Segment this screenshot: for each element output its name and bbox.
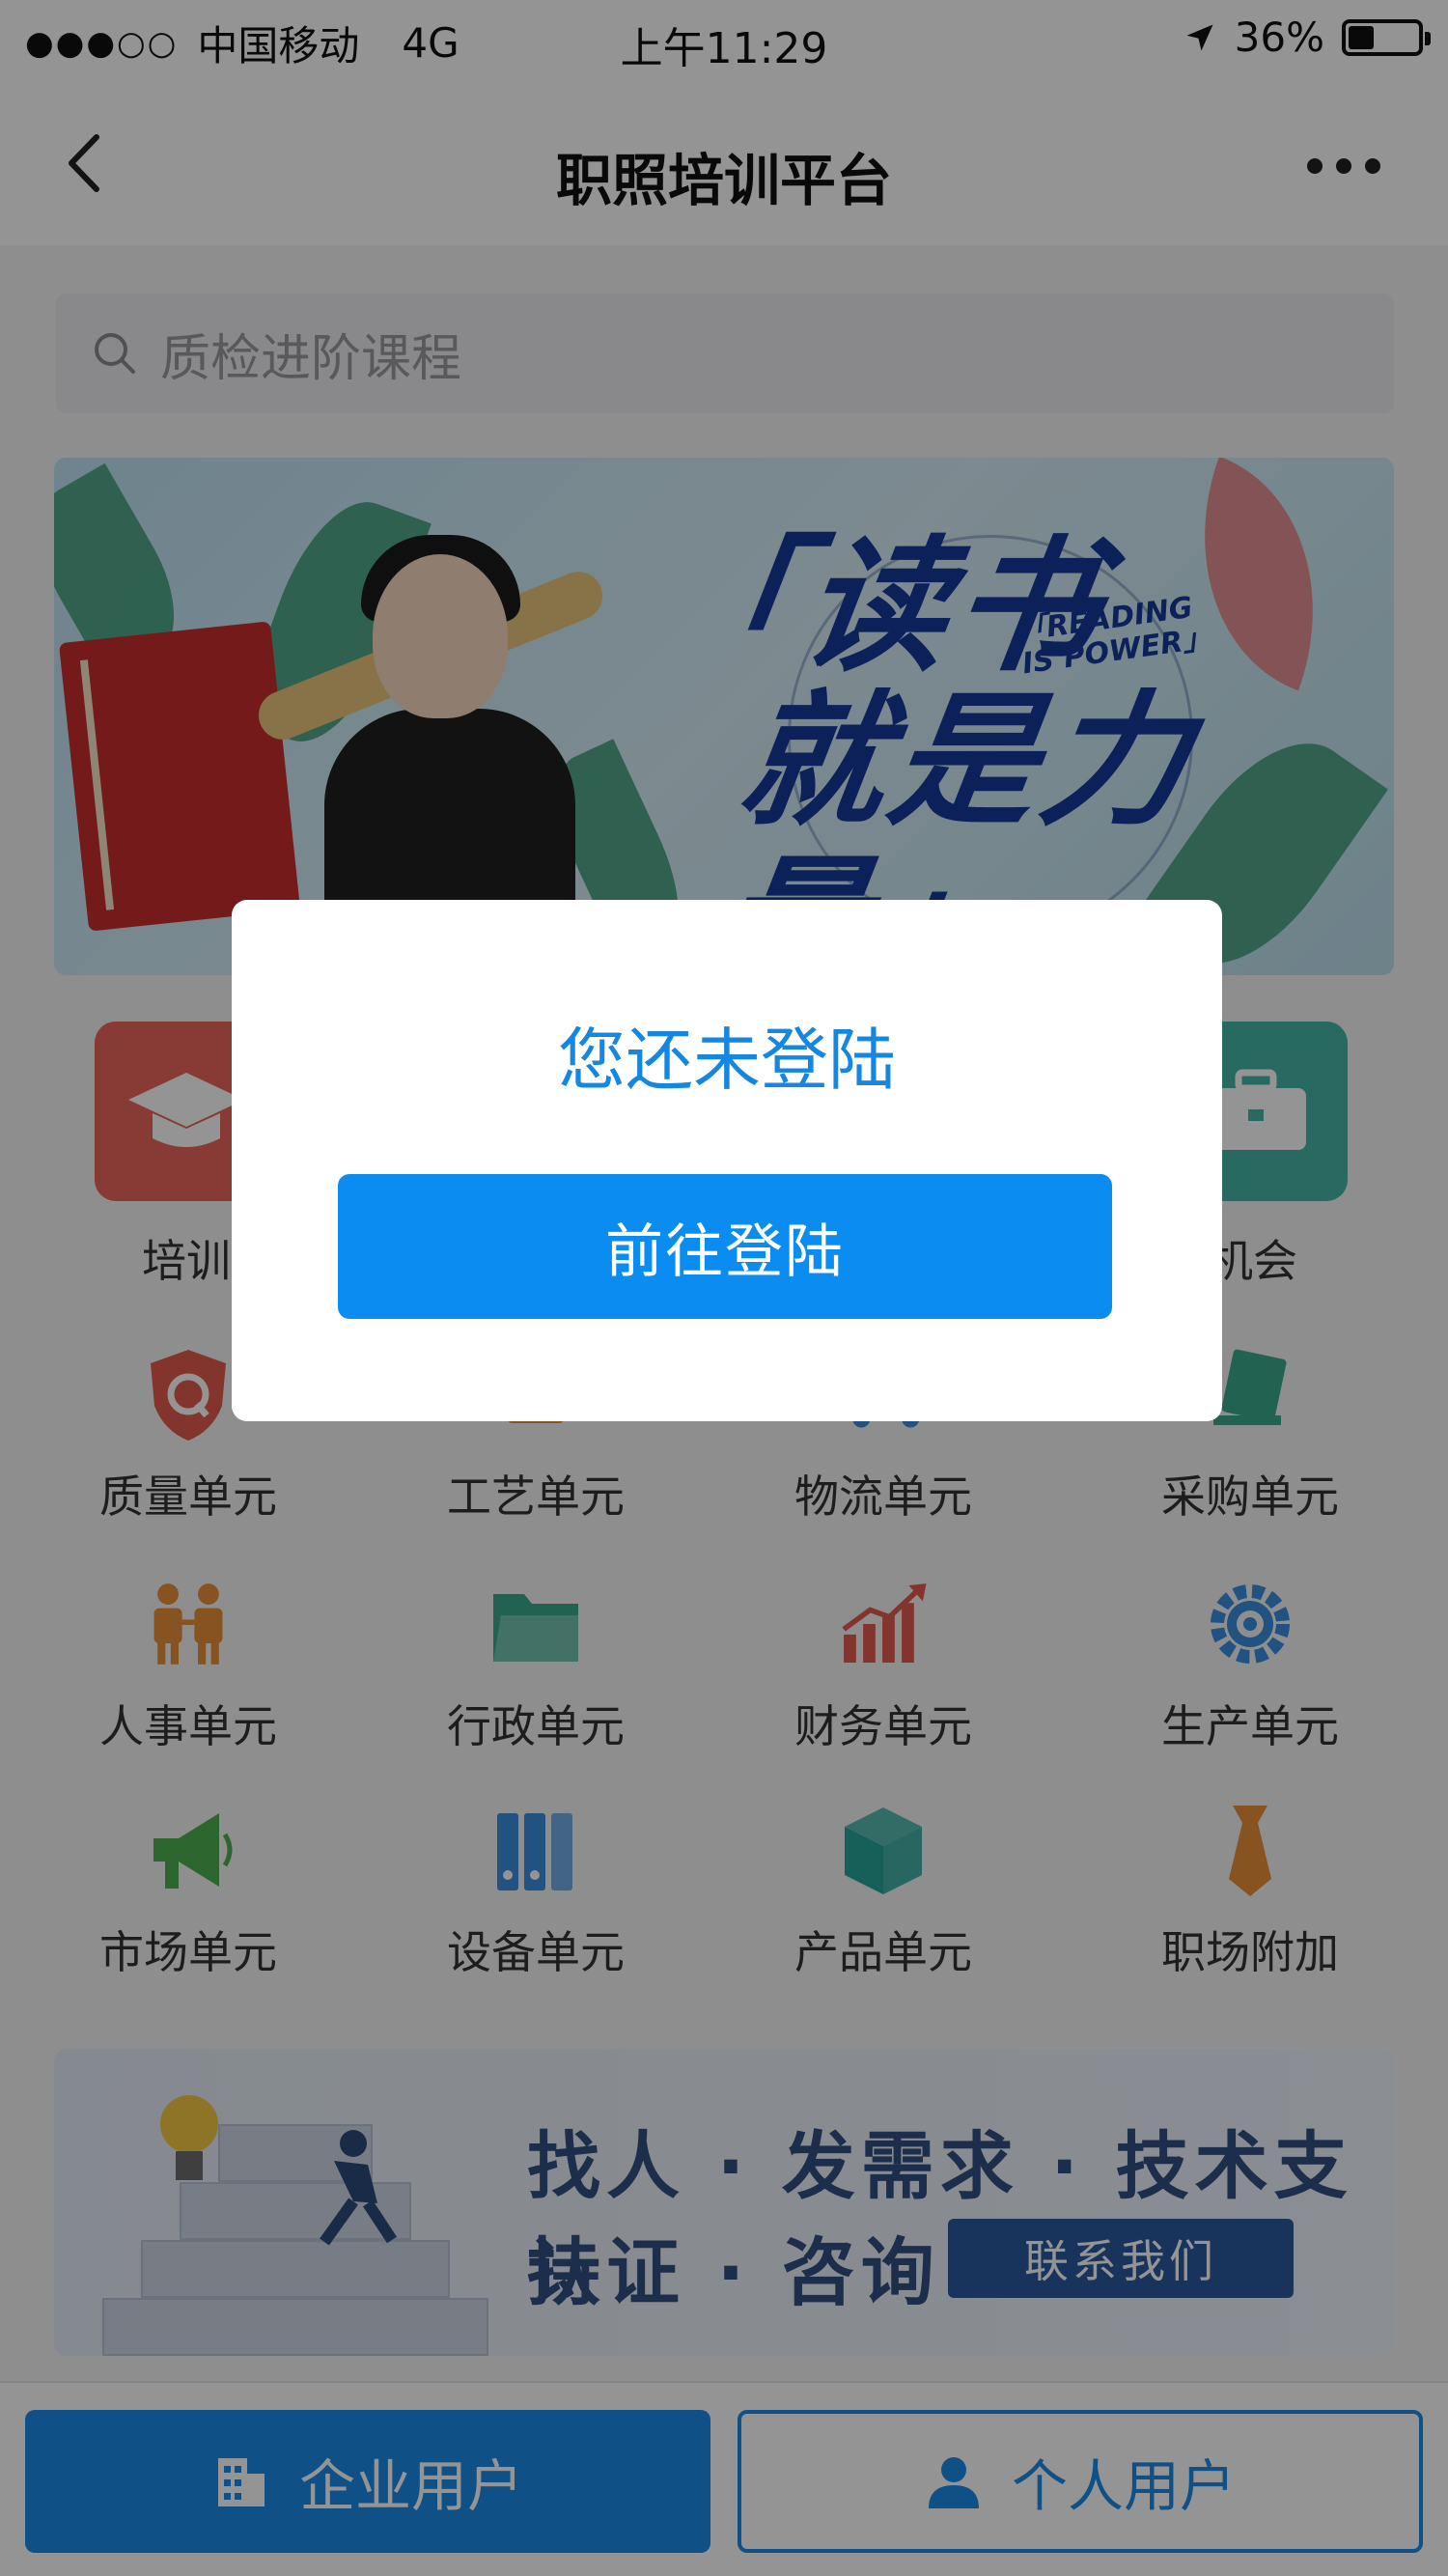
login-dialog: 您还未登陆 前往登陆 [232,900,1222,1421]
go-login-button[interactable]: 前往登陆 [338,1174,1112,1319]
login-dialog-title: 您还未登陆 [558,1021,896,1100]
